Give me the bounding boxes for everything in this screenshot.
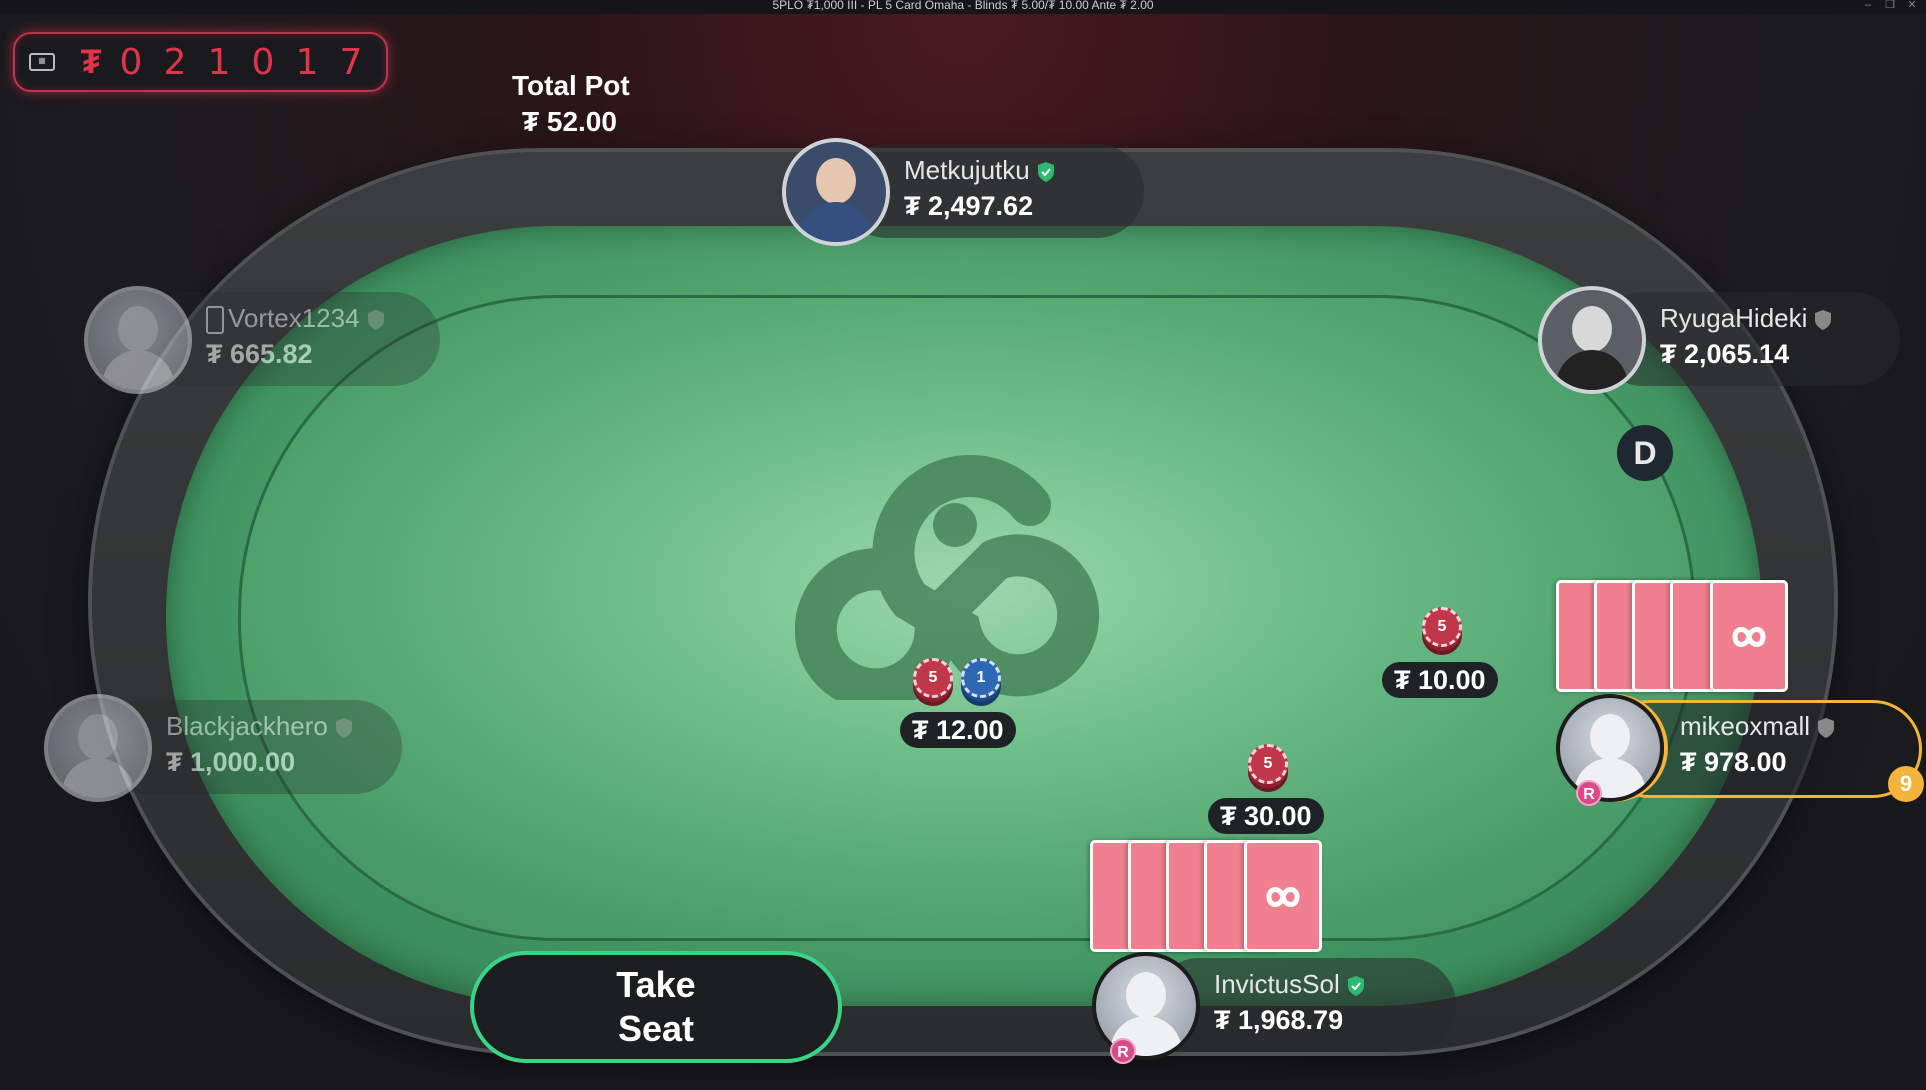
jackpot-digit: 1 (295, 41, 319, 83)
player-stack: ₮ 1,968.79 (1214, 1005, 1344, 1035)
dealer-button: D (1617, 425, 1673, 481)
window-controls: ‒ ❐ ✕ (1862, 0, 1918, 11)
close-icon[interactable]: ✕ (1906, 0, 1918, 11)
jackpot-digit: 2 (163, 41, 187, 83)
card-back (1244, 840, 1322, 952)
bet-amount: ₮ 30.00 (1208, 798, 1324, 834)
jackpot-digit: 1 (207, 41, 231, 83)
rakeback-badge: R (1576, 780, 1602, 806)
chip: 1 (961, 658, 1001, 698)
player-name: InvictusSol (1214, 969, 1366, 1000)
window-titlebar: 5PLO ₮1,000 III - PL 5 Card Omaha - Blin… (0, 0, 1926, 14)
take-seat-button[interactable]: Take Seat (470, 951, 842, 1063)
verified-shield-icon (1347, 976, 1364, 997)
total-pot-label: Total Pot (512, 70, 630, 101)
take-seat-label-line2: Seat (617, 1008, 695, 1049)
card-logo-icon (1266, 887, 1300, 907)
player-avatar[interactable] (782, 138, 890, 246)
player-avatar[interactable] (1092, 952, 1200, 1060)
player-stack: ₮ 978.00 (1680, 747, 1787, 777)
rakeback-badge: R (1110, 1038, 1136, 1064)
total-pot: Total Pot ₮ 52.00 (512, 68, 630, 140)
window-title: 5PLO ₮1,000 III - PL 5 Card Omaha - Blin… (772, 0, 1154, 12)
jackpot-digit: 0 (119, 41, 143, 83)
mobile-icon (206, 306, 224, 335)
jackpot-currency: ₮ (80, 42, 102, 81)
jackpot-icon: ▦ (29, 53, 55, 71)
player-name: mikeoxmall (1680, 711, 1836, 742)
player-name: RyugaHideki (1660, 303, 1833, 334)
card-back (1710, 580, 1788, 692)
chip: 5 (1422, 607, 1462, 647)
shield-icon (367, 310, 384, 331)
bet-amount: ₮ 12.00 (900, 712, 1016, 748)
chip: 5 (913, 658, 953, 698)
player-hole-cards (1556, 580, 1788, 692)
bet-amount: ₮ 10.00 (1382, 662, 1498, 698)
card-logo-icon (1732, 627, 1766, 647)
player-avatar[interactable] (44, 694, 152, 802)
shield-icon (335, 718, 352, 739)
shield-icon (1815, 310, 1832, 331)
jackpot-counter: ▦ ₮ 0 2 1 0 1 7 (13, 32, 388, 92)
player-name: Vortex1234 (206, 303, 386, 335)
table-logo-icon (795, 455, 1100, 700)
total-pot-amount: ₮ 52.00 (522, 106, 617, 137)
take-seat-label-line1: Take (616, 964, 696, 1005)
chip: 5 (1248, 744, 1288, 784)
verified-shield-icon (1037, 162, 1054, 183)
player-avatar[interactable] (84, 286, 192, 394)
jackpot-digit: 0 (251, 41, 275, 83)
player-stack: ₮ 1,000.00 (166, 747, 296, 777)
player-stack: ₮ 665.82 (206, 339, 313, 369)
player-name: Blackjackhero (166, 711, 354, 742)
player-avatar[interactable] (1538, 286, 1646, 394)
restore-icon[interactable]: ❐ (1884, 0, 1896, 11)
player-stack: ₮ 2,065.14 (1660, 339, 1790, 369)
player-hole-cards (1090, 840, 1322, 952)
jackpot-digit: 7 (339, 41, 363, 83)
player-stack: ₮ 2,497.62 (904, 191, 1034, 221)
minimize-icon[interactable]: ‒ (1862, 0, 1874, 11)
action-timer-badge: 9 (1888, 766, 1924, 802)
shield-icon (1818, 718, 1835, 739)
player-avatar[interactable] (1556, 694, 1664, 802)
player-name: Metkujutku (904, 155, 1056, 186)
